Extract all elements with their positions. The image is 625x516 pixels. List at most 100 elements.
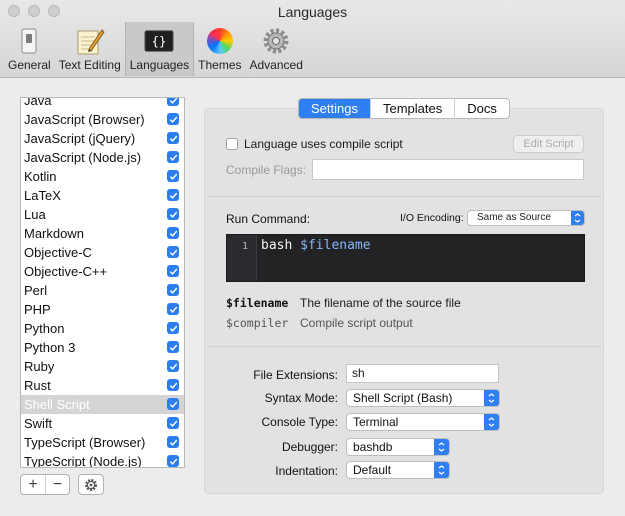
compile-flags-input[interactable] (312, 159, 584, 180)
language-row[interactable]: Kotlin (21, 167, 184, 186)
file-extensions-label: File Extensions: (253, 368, 338, 382)
debugger-select[interactable]: bashdb (346, 438, 450, 456)
language-row[interactable]: JavaScript (Node.js) (21, 148, 184, 167)
language-name: Java (24, 97, 52, 108)
language-row[interactable]: Swift (21, 414, 184, 433)
language-list-controls: + − (20, 474, 104, 495)
language-enabled-checkbox[interactable] (167, 170, 179, 182)
line-number: 1 (227, 235, 257, 281)
language-row[interactable]: JavaScript (Browser) (21, 110, 184, 129)
language-enabled-checkbox[interactable] (167, 341, 179, 353)
checkmark-icon (169, 325, 177, 332)
language-name: Objective-C++ (24, 264, 108, 279)
language-name: Objective-C (24, 245, 92, 260)
language-name: LaTeX (24, 188, 61, 203)
language-enabled-checkbox[interactable] (167, 151, 179, 163)
gear-icon (261, 27, 291, 55)
language-enabled-checkbox[interactable] (167, 98, 179, 106)
notepad-pencil-icon (75, 27, 105, 55)
language-enabled-checkbox[interactable] (167, 360, 179, 372)
language-row[interactable]: TypeScript (Node.js) (21, 452, 184, 467)
language-enabled-checkbox[interactable] (167, 189, 179, 201)
file-extensions-input[interactable]: sh (346, 364, 499, 383)
titlebar: Languages General Text Editing {} Langua… (0, 0, 625, 78)
edit-script-button[interactable]: Edit Script (513, 135, 584, 153)
language-row[interactable]: Objective-C++ (21, 262, 184, 281)
compile-script-checkbox[interactable] (226, 138, 238, 150)
language-enabled-checkbox[interactable] (167, 417, 179, 429)
toolbar-label-themes: Themes (198, 58, 242, 72)
language-list[interactable]: Java JavaScript (Browser) JavaScript (jQue… (20, 97, 185, 468)
console-type-value: Terminal (353, 415, 399, 429)
language-row[interactable]: Java (21, 97, 184, 110)
language-enabled-checkbox[interactable] (167, 322, 179, 334)
checkmark-icon (169, 401, 177, 408)
tab-docs[interactable]: Docs (454, 99, 509, 118)
tab-settings[interactable]: Settings (299, 99, 370, 118)
io-encoding-value: Same as Source (477, 212, 551, 223)
language-name: Markdown (24, 226, 84, 241)
checkmark-icon (169, 344, 177, 351)
language-enabled-checkbox[interactable] (167, 398, 179, 410)
language-row[interactable]: Rust (21, 376, 184, 395)
run-command-editor[interactable]: 1 bash $filename (226, 234, 585, 282)
preferences-window: Languages General Text Editing {} Langua… (0, 0, 625, 516)
compile-script-checkbox-row[interactable]: Language uses compile script (226, 137, 403, 151)
language-enabled-checkbox[interactable] (167, 246, 179, 258)
language-enabled-checkbox[interactable] (167, 303, 179, 315)
language-row[interactable]: LaTeX (21, 186, 184, 205)
remove-language-button[interactable]: − (45, 475, 69, 494)
language-row[interactable]: TypeScript (Browser) (21, 433, 184, 452)
toolbar-item-advanced[interactable]: Advanced (246, 22, 307, 76)
language-row[interactable]: Shell Script (21, 395, 184, 414)
language-row[interactable]: Python 3 (21, 338, 184, 357)
section-divider (208, 346, 601, 347)
language-enabled-checkbox[interactable] (167, 265, 179, 277)
toolbar-item-text-editing[interactable]: Text Editing (55, 22, 125, 76)
toolbar-item-general[interactable]: General (4, 22, 55, 76)
io-encoding-select[interactable]: Same as Source (467, 210, 585, 226)
toolbar-item-themes[interactable]: Themes (194, 22, 245, 76)
language-name: TypeScript (Browser) (24, 435, 146, 450)
checkmark-icon (169, 173, 177, 180)
indentation-select[interactable]: Default (346, 461, 450, 479)
chevron-updown-icon (484, 414, 499, 430)
language-enabled-checkbox[interactable] (167, 455, 179, 467)
compile-flags-label: Compile Flags: (226, 163, 307, 177)
language-options-button[interactable] (78, 474, 104, 495)
syntax-mode-label: Syntax Mode: (264, 391, 338, 405)
language-enabled-checkbox[interactable] (167, 436, 179, 448)
checkmark-icon (169, 98, 177, 104)
language-row[interactable]: Perl (21, 281, 184, 300)
checkmark-icon (169, 135, 177, 142)
variable-description: The filename of the source file (300, 296, 461, 310)
language-row[interactable]: Markdown (21, 224, 184, 243)
language-row[interactable]: Objective-C (21, 243, 184, 262)
console-type-select[interactable]: Terminal (346, 413, 500, 431)
language-row[interactable]: Lua (21, 205, 184, 224)
language-enabled-checkbox[interactable] (167, 208, 179, 220)
checkmark-icon (169, 116, 177, 123)
syntax-mode-value: Shell Script (Bash) (353, 391, 453, 405)
code-variable: $filename (300, 238, 371, 253)
run-command-label: Run Command: (226, 212, 311, 226)
syntax-mode-select[interactable]: Shell Script (Bash) (346, 389, 500, 407)
add-language-button[interactable]: + (21, 475, 45, 494)
language-enabled-checkbox[interactable] (167, 132, 179, 144)
language-enabled-checkbox[interactable] (167, 284, 179, 296)
section-divider (208, 196, 601, 197)
language-row[interactable]: Python (21, 319, 184, 338)
language-name: Rust (24, 378, 51, 393)
language-enabled-checkbox[interactable] (167, 227, 179, 239)
io-encoding-label: I/O Encoding: (400, 212, 464, 224)
language-enabled-checkbox[interactable] (167, 379, 179, 391)
variable-help-row: $compiler Compile script output (226, 316, 413, 330)
tab-templates[interactable]: Templates (369, 99, 454, 118)
language-enabled-checkbox[interactable] (167, 113, 179, 125)
gear-icon (85, 478, 97, 491)
language-row[interactable]: JavaScript (jQuery) (21, 129, 184, 148)
language-name: JavaScript (jQuery) (24, 131, 136, 146)
toolbar-item-languages[interactable]: {} Languages (124, 22, 195, 76)
language-row[interactable]: PHP (21, 300, 184, 319)
language-row[interactable]: Ruby (21, 357, 184, 376)
